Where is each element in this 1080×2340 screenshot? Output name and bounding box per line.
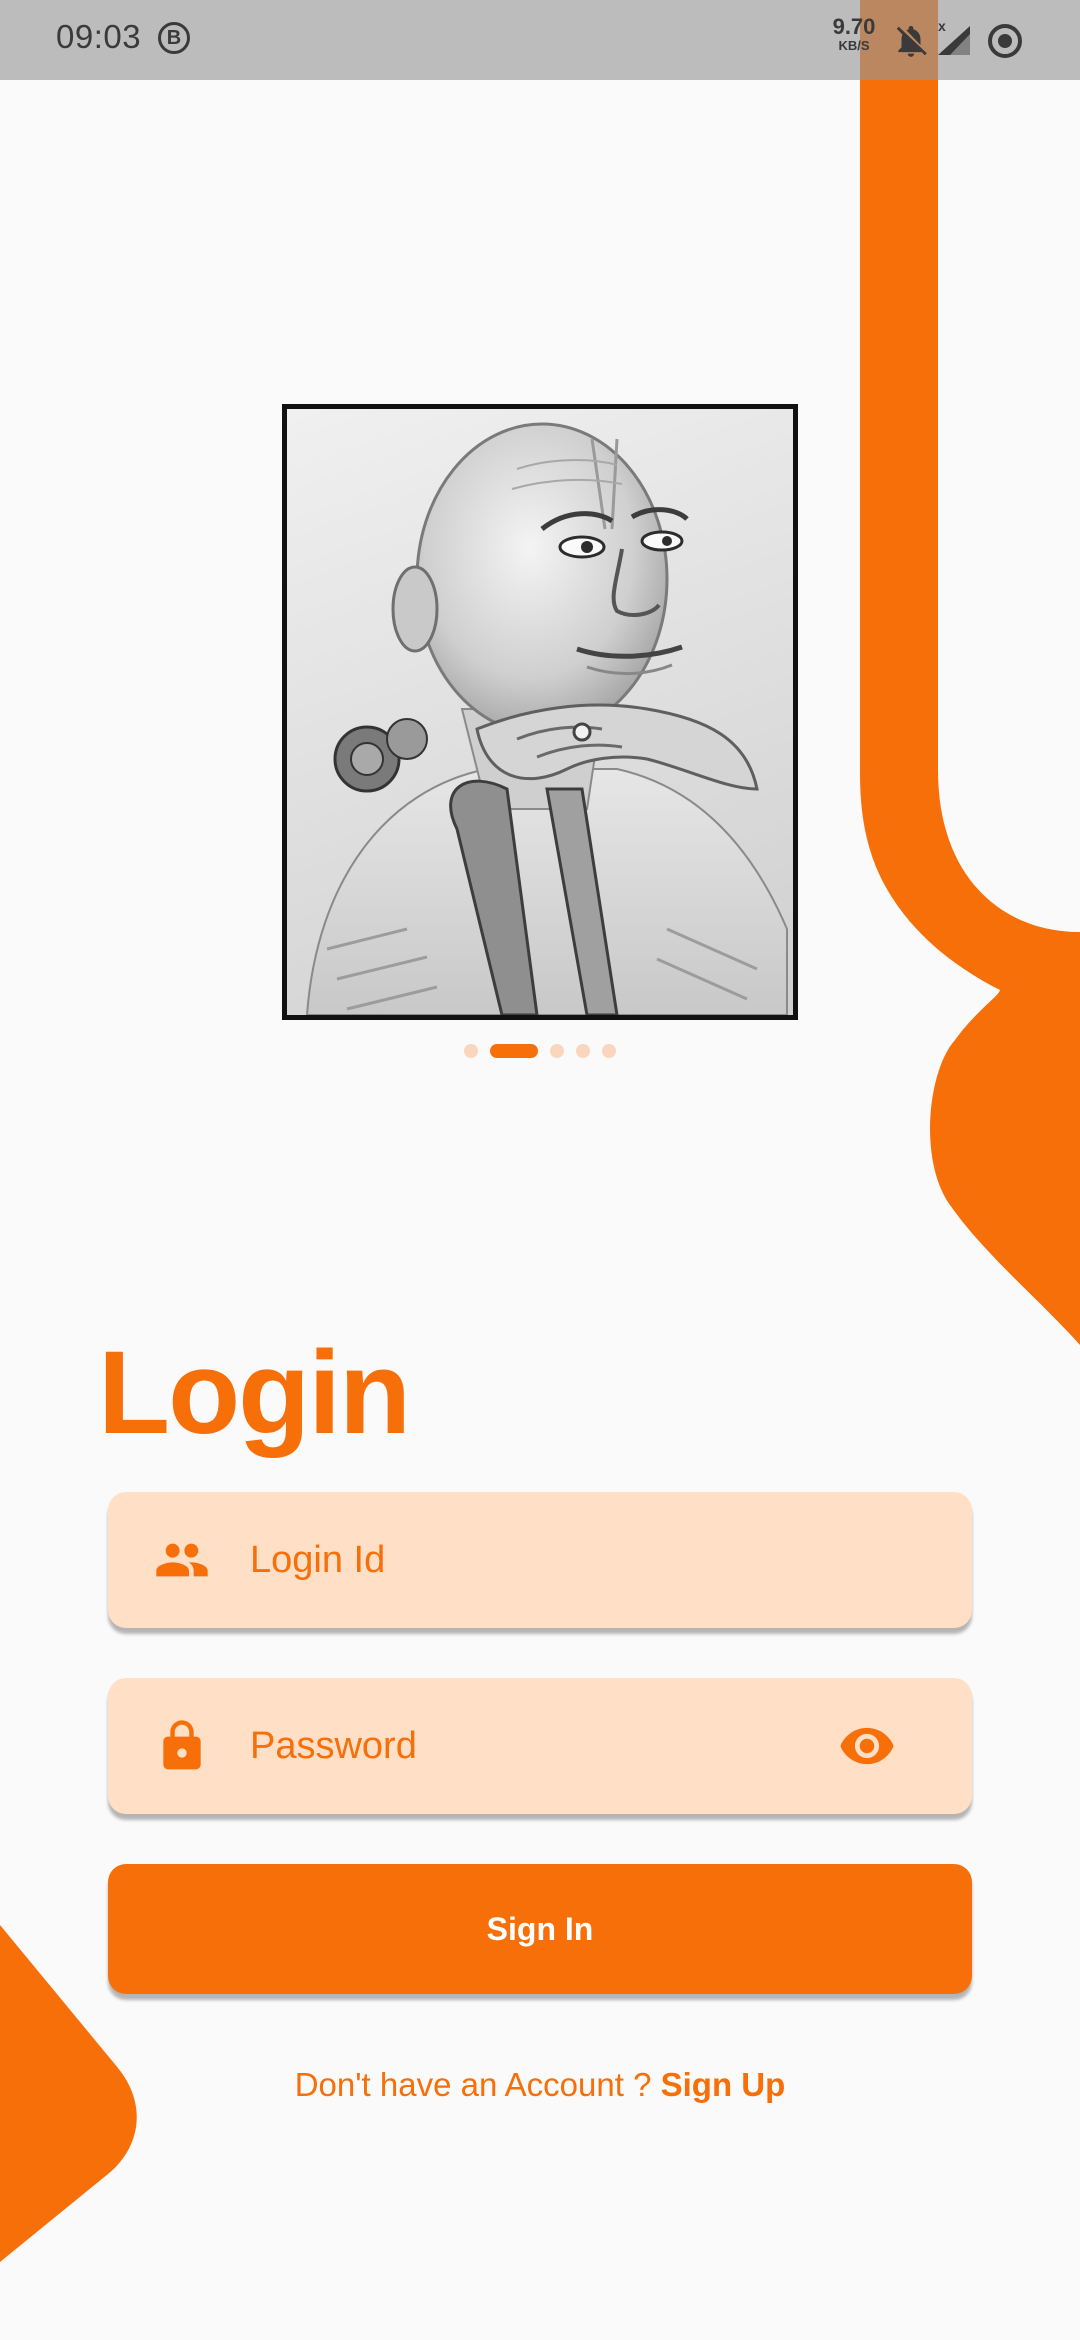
carousel-dot[interactable] [602, 1044, 616, 1058]
sign-up-link[interactable]: Sign Up [661, 2066, 786, 2103]
eye-icon[interactable] [838, 1717, 896, 1775]
login-screen: 09:03 B 9.70 KB/S x Login Login Id Passw… [0, 0, 1080, 2340]
login-title: Login [98, 1327, 411, 1459]
signal-badge: x [938, 18, 946, 34]
sign-in-button[interactable]: Sign In [108, 1864, 972, 1994]
people-icon [156, 1543, 208, 1577]
carousel-dot[interactable] [464, 1044, 478, 1058]
right-wave-shape [860, 0, 1080, 1345]
network-speed: 9.70 KB/S [826, 14, 882, 53]
carousel-dot-active[interactable] [490, 1044, 538, 1058]
password-field[interactable]: Password [108, 1678, 972, 1814]
portrait-sketch [305, 422, 788, 1015]
network-speed-unit: KB/S [838, 38, 870, 53]
login-id-field[interactable]: Login Id [108, 1492, 972, 1628]
lock-icon [163, 1720, 201, 1770]
login-id-input[interactable]: Login Id [250, 1492, 385, 1628]
carousel-portrait-image[interactable] [282, 404, 798, 1020]
no-account-text: Don't have an Account ? [294, 2066, 652, 2103]
carousel-dot[interactable] [576, 1044, 590, 1058]
sign-up-prompt: Don't have an Account ? Sign Up [0, 2066, 1080, 2104]
carousel-page-indicator[interactable] [0, 1043, 1080, 1059]
status-bar: 09:03 B 9.70 KB/S x [0, 0, 1080, 80]
b-badge-icon: B [158, 22, 190, 54]
network-speed-value: 9.70 [832, 14, 876, 39]
carousel-dot[interactable] [550, 1044, 564, 1058]
password-input[interactable]: Password [250, 1678, 417, 1814]
status-time: 09:03 [56, 18, 142, 55]
bell-off-icon [896, 25, 927, 57]
record-icon [988, 24, 1022, 58]
